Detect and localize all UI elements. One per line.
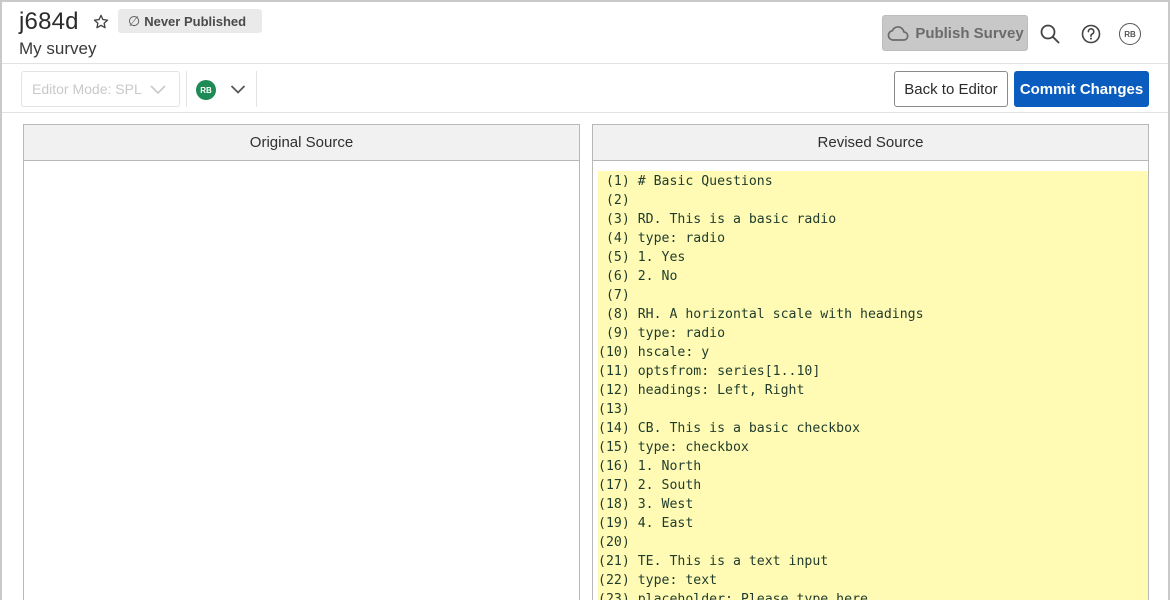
user-avatar-icon[interactable]: RB xyxy=(1119,23,1141,45)
back-to-editor-button[interactable]: Back to Editor xyxy=(894,71,1008,107)
code-line: (8) RH. A horizontal scale with headings xyxy=(598,307,924,322)
code-line: (6) 2. No xyxy=(598,269,678,284)
status-badge: ∅ Never Published xyxy=(118,9,262,33)
toolbar-divider xyxy=(186,71,187,107)
code-line: (1) # Basic Questions xyxy=(598,174,773,189)
code-line: (9) type: radio xyxy=(598,326,726,341)
original-source-title: Original Source xyxy=(24,125,579,161)
code-line: (5) 1. Yes xyxy=(598,250,686,265)
status-badge-label: Never Published xyxy=(144,13,247,29)
collaborator-avatar[interactable]: RB xyxy=(196,80,216,100)
editor-mode-label: Editor Mode: SPL xyxy=(32,81,142,97)
revised-source-code[interactable]: (1) # Basic Questions (2) (3) RD. This i… xyxy=(598,171,1148,600)
collaborator-initials: RB xyxy=(200,85,212,95)
empty-set-icon: ∅ xyxy=(128,12,141,29)
code-line: (3) RD. This is a basic radio xyxy=(598,212,837,227)
code-line: (18) 3. West xyxy=(598,497,694,512)
revised-source-panel: Revised Source (1) # Basic Questions (2)… xyxy=(592,124,1149,600)
code-line: (4) type: radio xyxy=(598,231,726,246)
revised-source-title: Revised Source xyxy=(593,125,1148,161)
star-icon[interactable] xyxy=(92,13,110,31)
code-line: (16) 1. North xyxy=(598,459,702,474)
code-line: (2) xyxy=(598,193,630,208)
survey-name: My survey xyxy=(19,39,97,58)
code-line: (20) xyxy=(598,535,630,550)
code-line: (13) xyxy=(598,402,630,417)
header: j684d ∅ Never Published My survey Publis… xyxy=(2,2,1168,66)
code-line: (21) TE. This is a text input xyxy=(598,554,829,569)
code-line: (11) optsfrom: series[1..10] xyxy=(598,364,821,379)
code-line: (7) xyxy=(598,288,630,303)
chevron-down-icon[interactable] xyxy=(230,84,246,95)
publish-survey-label: Publish Survey xyxy=(915,24,1024,42)
code-line: (19) 4. East xyxy=(598,516,694,531)
toolbar: Editor Mode: SPL RB Back to Editor Commi… xyxy=(2,63,1168,113)
original-source-panel: Original Source xyxy=(23,124,580,600)
code-line: (17) 2. South xyxy=(598,478,702,493)
toolbar-divider xyxy=(256,71,257,107)
code-line: (10) hscale: y xyxy=(598,345,710,360)
user-initials: RB xyxy=(1124,29,1136,39)
code-line: (23) placeholder: Please type here xyxy=(598,592,868,600)
cloud-icon xyxy=(887,26,909,41)
code-line: (15) type: checkbox xyxy=(598,440,749,455)
editor-mode-select[interactable]: Editor Mode: SPL xyxy=(21,71,180,107)
code-line: (12) headings: Left, Right xyxy=(598,383,805,398)
app-window: j684d ∅ Never Published My survey Publis… xyxy=(0,0,1170,600)
chevron-down-icon xyxy=(150,85,166,95)
help-icon[interactable] xyxy=(1080,23,1102,45)
search-icon[interactable] xyxy=(1039,23,1061,45)
survey-id: j684d xyxy=(19,8,79,35)
publish-survey-button[interactable]: Publish Survey xyxy=(882,15,1028,51)
code-line: (22) type: text xyxy=(598,573,718,588)
code-line: (14) CB. This is a basic checkbox xyxy=(598,421,861,436)
commit-changes-button[interactable]: Commit Changes xyxy=(1014,71,1149,107)
